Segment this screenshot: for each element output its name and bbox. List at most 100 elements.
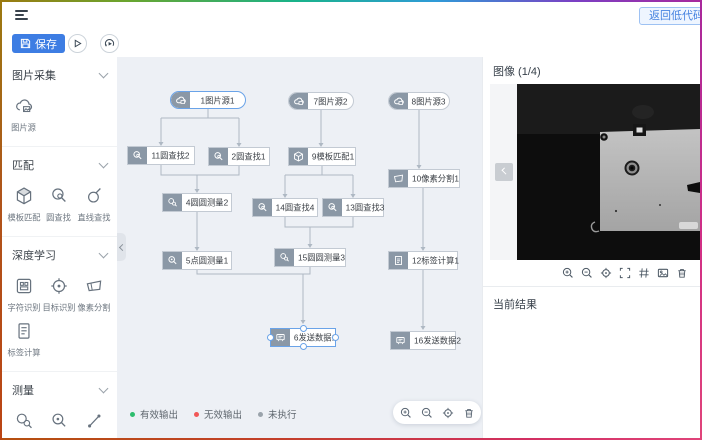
circle-circle-measure-icon xyxy=(275,249,294,266)
node-port-left[interactable] xyxy=(267,334,274,341)
gray-dot xyxy=(258,412,263,417)
frame-border-top xyxy=(0,0,702,2)
node-circle-find-2[interactable]: 11圆查找2 xyxy=(127,146,195,165)
grid-button[interactable] xyxy=(638,267,650,279)
node-circle-find-4[interactable]: 14圆查找4 xyxy=(252,198,318,217)
sidebar-item-circle-circle-measure[interactable]: 圆圆测量 xyxy=(6,410,41,438)
node-label: 13圆查找3 xyxy=(344,200,386,216)
flow-canvas[interactable]: 1图片源1 7图片源2 8图片源3 11圆查找2 xyxy=(117,57,483,438)
sidebar-item-label: 圆查找 xyxy=(46,212,71,224)
image-nav-strip xyxy=(490,84,517,260)
section-title: 测量 xyxy=(12,382,34,398)
back-to-lowcode-button[interactable]: 返回低代码 xyxy=(639,7,700,25)
delete-button[interactable] xyxy=(676,267,688,279)
section-header-measure[interactable]: 测量 xyxy=(2,380,117,404)
legend-label: 无效输出 xyxy=(204,407,242,421)
node-send-data-1[interactable]: 6发送数据1 xyxy=(270,328,336,347)
zoom-out-button[interactable] xyxy=(421,407,433,419)
node-label: 4圆圆测量2 xyxy=(184,195,230,211)
chevron-down-icon xyxy=(99,384,109,394)
image-source-icon xyxy=(289,93,308,109)
node-circle-find-3[interactable]: 13圆查找3 xyxy=(322,198,384,217)
point-point-measure-icon xyxy=(83,410,105,432)
node-port-right[interactable] xyxy=(332,334,339,341)
sidebar-item-point-point-measure[interactable]: 点点测量 xyxy=(76,410,111,438)
sidebar-item-label: 模板匹配 xyxy=(7,212,40,224)
node-label: 2圆查找1 xyxy=(230,149,268,165)
green-dot xyxy=(130,412,135,417)
delete-button[interactable] xyxy=(463,407,475,419)
red-dot xyxy=(194,412,199,417)
snapshot-button[interactable] xyxy=(657,267,669,279)
sidebar-item-image-source[interactable]: 图片源 xyxy=(6,95,41,134)
save-button[interactable]: 保存 xyxy=(12,34,65,53)
section-title: 深度学习 xyxy=(12,247,56,263)
circle-find-icon xyxy=(128,147,147,164)
section-header-deep-learning[interactable]: 深度学习 xyxy=(2,245,117,269)
sidebar-collapse-handle[interactable] xyxy=(117,233,126,261)
node-label-calc-1[interactable]: 12标签计算1 xyxy=(388,251,458,270)
step-run-button[interactable] xyxy=(100,34,119,53)
section-header-image-capture[interactable]: 图片采集 xyxy=(2,65,117,89)
canvas-zoom-controls xyxy=(393,401,481,424)
node-pixel-segment-1[interactable]: 10像素分割1 xyxy=(388,169,460,188)
legend-label: 有效输出 xyxy=(140,407,178,421)
preview-panel: 图像 (1/4) xyxy=(482,57,700,438)
node-image-source-2[interactable]: 7图片源2 xyxy=(288,92,354,110)
node-circle-circle-measure-3[interactable]: 15圆圆测量3 xyxy=(274,248,346,267)
run-button[interactable] xyxy=(68,34,87,53)
prev-image-button[interactable] xyxy=(495,163,513,181)
line-find-icon xyxy=(83,185,105,207)
circle-find-icon xyxy=(209,148,228,165)
sidebar-item-label: 图片源 xyxy=(11,122,36,134)
label-calc-icon xyxy=(389,252,408,269)
preview-title: 图像 (1/4) xyxy=(483,57,700,84)
point-circle-measure-icon xyxy=(163,252,182,269)
locate-button[interactable] xyxy=(600,267,612,279)
section-title: 图片采集 xyxy=(12,67,56,83)
sidebar-item-template-match[interactable]: 模板匹配 xyxy=(6,185,41,224)
chevron-left-icon xyxy=(119,243,126,250)
circle-find-icon xyxy=(253,199,272,216)
node-circle-find-1[interactable]: 2圆查找1 xyxy=(208,147,270,166)
sidebar-item-label-calc[interactable]: 标签计算 xyxy=(6,320,41,359)
node-port-top[interactable] xyxy=(300,325,307,332)
chevron-left-icon xyxy=(501,167,508,174)
legend-valid-output: 有效输出 xyxy=(130,407,178,421)
sidebar-item-pixel-segment[interactable]: 像素分割 xyxy=(76,275,111,314)
zoom-in-button[interactable] xyxy=(400,407,412,419)
node-image-source-1[interactable]: 1图片源1 xyxy=(170,91,246,109)
inspection-image[interactable] xyxy=(517,84,700,260)
fullscreen-button[interactable] xyxy=(619,267,631,279)
toolbar: 保存 xyxy=(2,30,700,58)
top-header: 返回低代码 xyxy=(2,2,700,31)
pixel-segment-icon xyxy=(83,275,105,297)
sidebar-item-point-circle-measure[interactable]: 点圆测量 xyxy=(41,410,76,438)
node-point-circle-measure-1[interactable]: 5点圆测量1 xyxy=(162,251,232,270)
step-play-icon xyxy=(104,38,115,49)
section-header-match[interactable]: 匹配 xyxy=(2,155,117,179)
section-deep-learning: 深度学习 字符识别 xyxy=(2,237,117,372)
target-detect-icon xyxy=(48,275,70,297)
sidebar-item-line-find[interactable]: 直线查找 xyxy=(76,185,111,224)
locate-button[interactable] xyxy=(442,407,454,419)
node-label: 9模板匹配1 xyxy=(310,149,356,165)
node-image-source-3[interactable]: 8图片源3 xyxy=(388,92,450,110)
legend-label: 未执行 xyxy=(268,407,297,421)
menu-icon[interactable] xyxy=(15,10,28,21)
node-send-data-2[interactable]: 16发送数据2 xyxy=(390,331,456,350)
label-calc-icon xyxy=(13,320,35,342)
sidebar-item-ocr[interactable]: 字符识别 xyxy=(6,275,41,314)
node-label: 5点圆测量1 xyxy=(184,253,230,269)
app-window: 返回低代码 保存 xyxy=(0,0,702,440)
zoom-out-button[interactable] xyxy=(581,267,593,279)
pixel-segment-icon xyxy=(389,170,408,187)
sidebar-item-target-detect[interactable]: 目标识别 xyxy=(41,275,76,314)
sidebar-item-circle-find[interactable]: 圆查找 xyxy=(41,185,76,224)
status-legend: 有效输出 无效输出 未执行 xyxy=(130,407,297,421)
node-circle-circle-measure-2[interactable]: 4圆圆测量2 xyxy=(162,193,232,212)
node-port-bottom[interactable] xyxy=(300,343,307,350)
node-template-match-1[interactable]: 9模板匹配1 xyxy=(288,147,356,166)
circle-circle-measure-icon xyxy=(13,410,35,432)
zoom-in-button[interactable] xyxy=(562,267,574,279)
